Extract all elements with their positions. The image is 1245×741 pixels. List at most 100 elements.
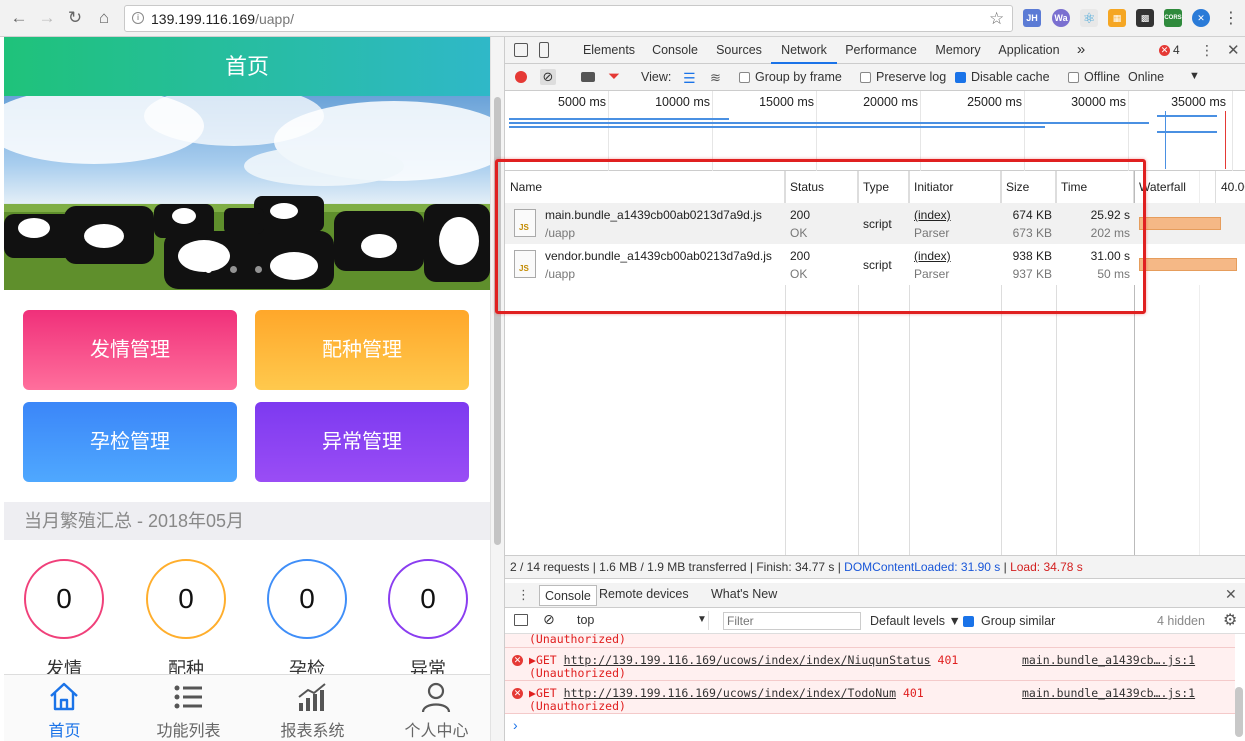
- banner-carousel[interactable]: [4, 96, 490, 290]
- devtools-panel: Elements Console Sources Network Perform…: [504, 37, 1245, 741]
- error-count[interactable]: 4: [1173, 43, 1180, 57]
- carousel-dot[interactable]: [205, 266, 212, 273]
- tab-function-list-label: 功能列表: [156, 723, 221, 740]
- hidden-count: 4 hidden: [1157, 614, 1205, 628]
- preserve-log-checkbox[interactable]: [860, 72, 871, 83]
- col-waterfall[interactable]: Waterfall: [1134, 171, 1216, 203]
- tab-report-system[interactable]: 报表系统: [252, 675, 373, 741]
- info-icon[interactable]: i: [132, 12, 144, 24]
- tab-function-list[interactable]: 功能列表: [128, 675, 249, 741]
- extension-react-icon[interactable]: ⚛: [1080, 9, 1098, 27]
- address-bar[interactable]: i 139.199.116.169/uapp/ ☆: [124, 5, 1013, 32]
- console-settings-gear-icon[interactable]: ⚙: [1223, 610, 1237, 630]
- clear-console-icon[interactable]: ⊘: [543, 611, 555, 628]
- device-toolbar-icon[interactable]: [539, 42, 549, 58]
- extension-jh-icon[interactable]: JH: [1023, 9, 1041, 27]
- carousel-dot[interactable]: [255, 266, 262, 273]
- tile-estrus-management[interactable]: 发情管理: [23, 310, 237, 390]
- disable-cache-checkbox[interactable]: [955, 72, 966, 83]
- throttle-select[interactable]: Online: [1128, 70, 1164, 84]
- tab-personal-center[interactable]: 个人中心: [376, 675, 490, 741]
- tab-personal-center-label: 个人中心: [404, 723, 469, 740]
- timeline-bar: [509, 126, 1045, 128]
- timeline-tick: 20000 ms: [863, 95, 918, 109]
- drawer-menu-icon[interactable]: ⋮: [517, 587, 530, 603]
- offline-checkbox[interactable]: [1068, 72, 1079, 83]
- screenshot-camera-icon[interactable]: [581, 72, 595, 82]
- mobile-viewport: 首页 发情管理 配种管理 孕检管理 异常管理 当月繁殖汇总 - 2018年05月…: [4, 37, 490, 741]
- console-filter-input[interactable]: [723, 612, 861, 630]
- extension-wa-icon[interactable]: Wa: [1052, 9, 1070, 27]
- extension-grid-icon[interactable]: ▦: [1108, 9, 1126, 27]
- view-label: View:: [641, 70, 672, 84]
- context-select[interactable]: top ▼: [569, 611, 709, 630]
- dcl-marker: [1165, 111, 1166, 169]
- group-similar-checkbox[interactable]: [963, 616, 974, 627]
- forward-icon[interactable]: →: [36, 7, 58, 29]
- timeline-bar: [509, 122, 1149, 124]
- throttle-dropdown-icon[interactable]: ▼: [1189, 70, 1200, 82]
- log-levels-select[interactable]: Default levels ▼: [870, 614, 961, 628]
- waterfall-bar[interactable]: [1139, 217, 1221, 230]
- bookmark-star-icon[interactable]: ☆: [989, 9, 1004, 29]
- drawer-tab-remote-devices[interactable]: Remote devices: [599, 587, 689, 601]
- back-icon[interactable]: ←: [8, 7, 30, 29]
- console-message-source[interactable]: main.bundle_a1439cb….js:1: [1022, 686, 1195, 700]
- console-scrollbar-thumb[interactable]: [1235, 687, 1243, 737]
- tab-elements[interactable]: Elements: [575, 37, 643, 64]
- tab-application[interactable]: Application: [991, 37, 1067, 64]
- user-icon: [421, 682, 451, 713]
- url-host: 139.199.116.169: [151, 11, 256, 27]
- tab-network[interactable]: Network: [771, 37, 837, 64]
- tab-sources[interactable]: Sources: [707, 37, 771, 64]
- clear-icon[interactable]: ⊘: [540, 69, 556, 85]
- inspect-element-icon[interactable]: [514, 43, 528, 57]
- large-rows-icon[interactable]: ☰: [683, 70, 696, 87]
- console-message-url[interactable]: http://139.199.116.169/ucows/index/index…: [564, 653, 931, 667]
- error-count-icon[interactable]: ✕: [1159, 45, 1170, 56]
- tab-performance[interactable]: Performance: [837, 37, 925, 64]
- extension-qrcode-icon[interactable]: ▩: [1136, 9, 1154, 27]
- tab-home[interactable]: 首页: [4, 675, 125, 741]
- page-scrollbar[interactable]: [490, 37, 504, 741]
- timeline-tick: 25000 ms: [967, 95, 1022, 109]
- console-sidebar-icon[interactable]: [514, 614, 528, 626]
- carousel-dot[interactable]: [230, 266, 237, 273]
- home-icon[interactable]: ⌂: [93, 7, 115, 29]
- more-tabs-icon[interactable]: »: [1070, 37, 1092, 64]
- page-title: 首页: [4, 37, 490, 96]
- filter-icon[interactable]: ⏷: [608, 68, 620, 85]
- group-by-frame-checkbox[interactable]: [739, 72, 750, 83]
- error-icon: ✕: [512, 655, 523, 666]
- overview-icon[interactable]: ≋: [710, 70, 721, 86]
- tile-abnormal-management[interactable]: 异常管理: [255, 402, 469, 482]
- console-message-source[interactable]: main.bundle_a1439cb….js:1: [1022, 653, 1195, 667]
- reload-icon[interactable]: ↻: [64, 7, 86, 29]
- tab-memory[interactable]: Memory: [925, 37, 991, 64]
- tab-report-system-label: 报表系统: [280, 723, 345, 740]
- tile-breeding-management[interactable]: 配种管理: [255, 310, 469, 390]
- extension-cors-icon[interactable]: CORS: [1164, 9, 1182, 27]
- summary-load: Load: 34.78 s: [1010, 560, 1083, 574]
- extension-blue-icon[interactable]: ✕: [1192, 9, 1210, 27]
- waterfall-bar[interactable]: [1139, 258, 1237, 271]
- devtools-menu-icon[interactable]: ⋮: [1200, 42, 1214, 59]
- close-drawer-icon[interactable]: ✕: [1225, 586, 1237, 603]
- drawer-tab-console[interactable]: Console: [539, 585, 597, 606]
- console-message: (Unauthorized): [505, 632, 1235, 648]
- tile-pregnancy-check-management[interactable]: 孕检管理: [23, 402, 237, 482]
- carousel-dot[interactable]: [280, 266, 287, 273]
- disable-cache-label: Disable cache: [971, 70, 1050, 84]
- console-prompt[interactable]: ›: [513, 717, 518, 733]
- browser-menu-icon[interactable]: ⋮: [1223, 8, 1239, 28]
- expand-triangle-icon[interactable]: ▶: [529, 653, 536, 667]
- console-message-url[interactable]: http://139.199.116.169/ucows/index/index…: [564, 686, 896, 700]
- tab-console[interactable]: Console: [643, 37, 707, 64]
- close-devtools-icon[interactable]: ✕: [1227, 41, 1240, 59]
- record-icon[interactable]: [515, 71, 527, 83]
- expand-triangle-icon[interactable]: ▶: [529, 686, 536, 700]
- url-path: /uapp/: [255, 11, 295, 27]
- drawer-tab-whats-new[interactable]: What's New: [711, 587, 777, 601]
- stat-pregnancy-value: 0: [267, 559, 347, 639]
- console-toolbar: ⊘ top ▼ Default levels ▼ Group similar 4 …: [505, 608, 1245, 634]
